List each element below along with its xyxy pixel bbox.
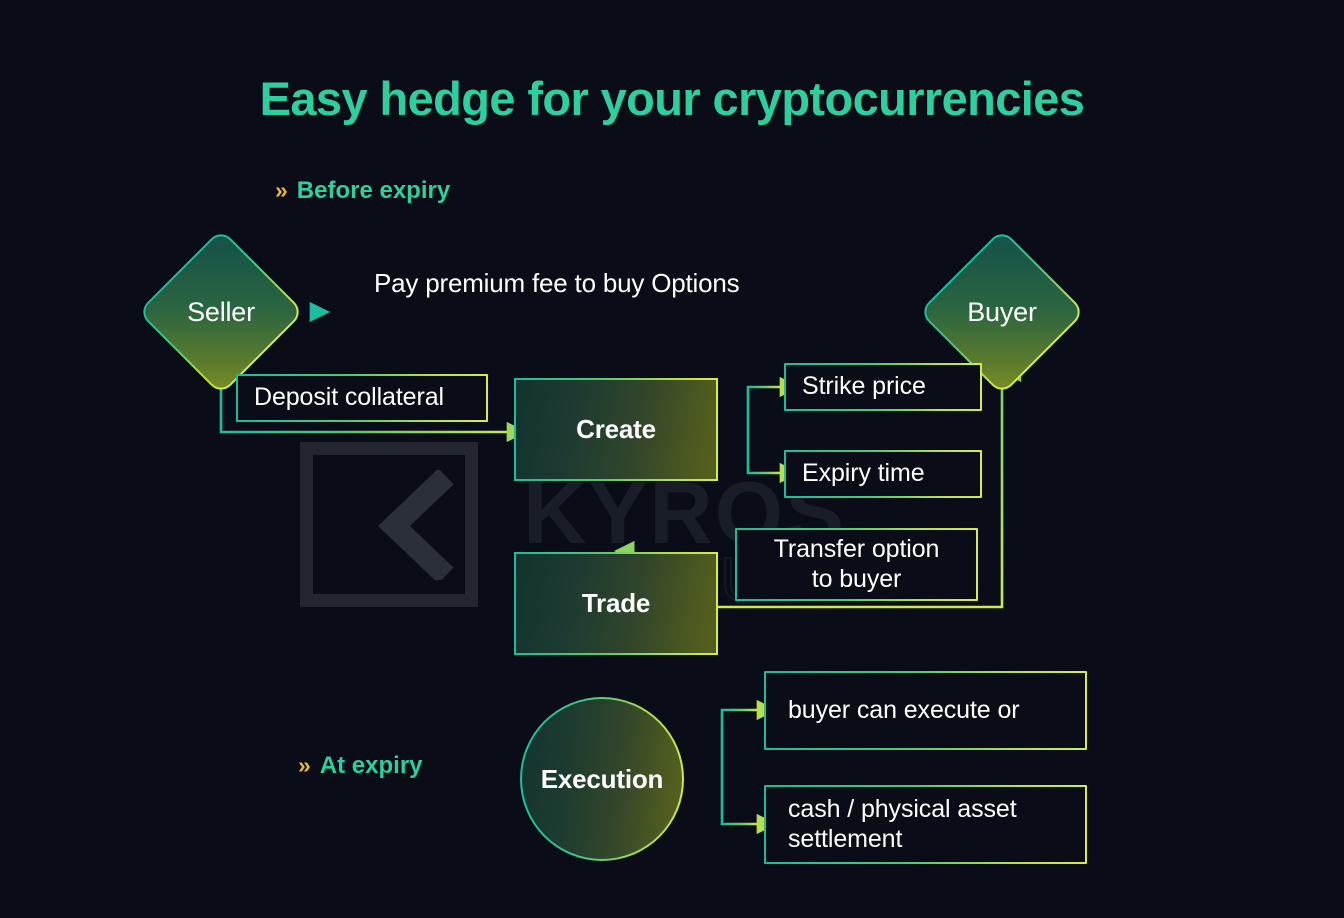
node-strike-price[interactable]: Strike price <box>784 363 982 411</box>
node-buyer[interactable]: Buyer <box>918 228 1086 396</box>
node-trade-label: Trade <box>516 554 716 653</box>
node-layer: Easy hedge for your cryptocurrencies » B… <box>0 0 1344 918</box>
node-transfer-option-label-line1: Transfer option <box>773 535 940 563</box>
node-settlement[interactable]: cash / physical asset settlement <box>764 785 1087 864</box>
node-settlement-body: cash / physical asset settlement <box>766 787 1085 862</box>
node-buyer-label: Buyer <box>967 296 1037 327</box>
page-title: Easy hedge for your cryptocurrencies <box>259 72 1085 126</box>
section-label-at-expiry-text: At expiry <box>319 752 423 779</box>
node-expiry-time-label: Expiry time <box>786 452 980 496</box>
section-label-before-expiry-text: Before expiry <box>296 177 451 204</box>
node-seller-label: Seller <box>187 296 255 327</box>
section-label-at-expiry: » At expiry <box>298 752 423 780</box>
node-execution-label: Execution <box>540 763 664 794</box>
node-strike-price-label: Strike price <box>786 365 980 409</box>
section-label-before-expiry: » Before expiry <box>275 177 450 205</box>
node-buyer-can-execute[interactable]: buyer can execute or <box>764 671 1087 750</box>
node-execution[interactable]: Execution <box>520 697 684 861</box>
diagram-canvas: KYROS VENTURES Easy hedge for your crypt… <box>0 0 1344 918</box>
node-create[interactable]: Create <box>514 378 718 481</box>
double-chevron-right-icon: » <box>298 751 311 778</box>
node-transfer-option-body: Transfer option to buyer <box>737 530 976 599</box>
node-seller[interactable]: Seller <box>137 228 305 396</box>
double-chevron-right-icon: » <box>275 176 288 203</box>
node-settlement-label-line1: cash / physical asset <box>788 795 1017 823</box>
node-transfer-option-label-line2: to buyer <box>811 564 902 593</box>
edge-label-pay-premium: Pay premium fee to buy Options <box>374 268 740 298</box>
node-create-label: Create <box>516 380 716 479</box>
node-settlement-label-line2: settlement <box>788 824 903 853</box>
node-deposit-collateral-label: Deposit collateral <box>238 376 486 420</box>
node-expiry-time[interactable]: Expiry time <box>784 450 982 498</box>
node-buyer-can-execute-label: buyer can execute or <box>766 673 1085 748</box>
node-trade[interactable]: Trade <box>514 552 718 655</box>
node-transfer-option[interactable]: Transfer option to buyer <box>735 528 978 601</box>
node-deposit-collateral[interactable]: Deposit collateral <box>236 374 488 422</box>
